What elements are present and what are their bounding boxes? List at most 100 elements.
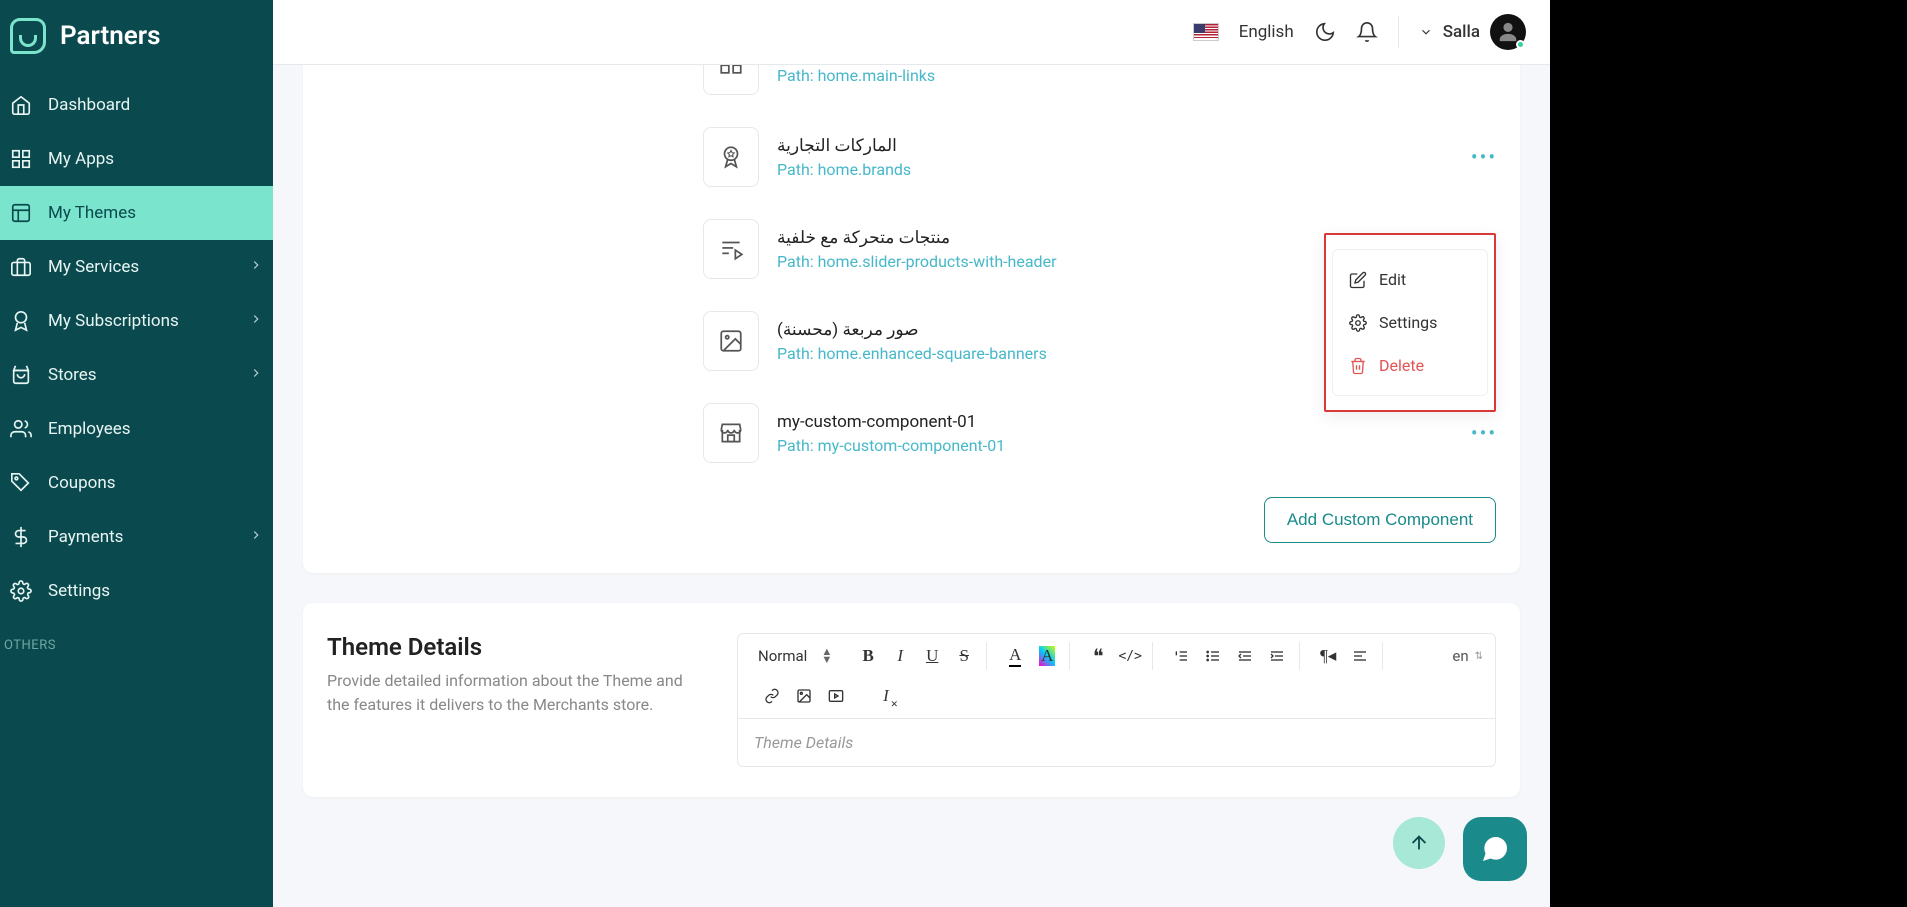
nav-label: Coupons [48,473,116,493]
editor-textarea[interactable]: Theme Details [738,719,1495,766]
brand-logo[interactable]: Partners [0,18,273,78]
component-title: my-custom-component-01 [777,412,1454,432]
avatar [1490,14,1526,50]
sidebar-item-payments[interactable]: Payments [0,510,273,564]
floating-actions [1393,817,1527,881]
users-icon [10,418,32,440]
bag-icon [10,364,32,386]
image-button[interactable] [790,682,818,710]
indent-button[interactable] [1263,642,1291,670]
editor-toolbar: Normal ▲▼ B I U S A A ❝ </> [738,634,1495,719]
award-icon [10,310,32,332]
outdent-button[interactable] [1231,642,1259,670]
code-button[interactable]: </> [1116,642,1144,670]
grid-icon [10,148,32,170]
sidebar-item-dashboard[interactable]: Dashboard [0,78,273,132]
component-path: Path: home.main-links [777,66,1496,85]
divider [1398,16,1399,48]
component-title: الماركات التجارية [777,136,1454,156]
nav-label: My Services [48,257,139,277]
topbar: English Salla [273,0,1550,65]
component-item: Path: home.main-links [703,65,1496,111]
bell-icon[interactable] [1356,21,1378,43]
nav-label: My Subscriptions [48,311,179,331]
video-button[interactable] [822,682,850,710]
nav-label: Dashboard [48,95,130,115]
gear-icon [10,580,32,602]
flag-us-icon[interactable] [1193,23,1219,41]
strikethrough-button[interactable]: S [950,642,978,670]
store-icon [703,403,759,463]
unordered-list-button[interactable] [1199,642,1227,670]
menu-label: Settings [1379,313,1437,332]
edit-icon [1349,271,1367,289]
chat-button[interactable] [1463,817,1527,881]
main-content: Path: home.main-links الماركات التجارية … [273,65,1550,907]
highlight-button[interactable]: A [1033,642,1061,670]
badge-icon [703,127,759,187]
align-button[interactable] [1346,642,1374,670]
sidebar: Partners Dashboard My Apps My Themes My … [0,0,273,907]
component-list: Path: home.main-links الماركات التجارية … [303,65,1520,479]
chevron-right-icon [249,311,263,331]
nav-label: My Apps [48,149,114,169]
ordered-list-button[interactable] [1167,642,1195,670]
format-value: Normal [758,647,807,665]
sidebar-item-employees[interactable]: Employees [0,402,273,456]
scroll-top-button[interactable] [1393,817,1445,869]
chevron-right-icon [249,365,263,385]
chevron-right-icon [249,257,263,277]
italic-button[interactable]: I [886,642,914,670]
link-button[interactable] [758,682,786,710]
username: Salla [1443,22,1480,42]
menu-item-edit[interactable]: Edit [1333,258,1487,301]
section-description: Provide detailed information about the T… [327,669,707,717]
trash-icon [1349,357,1367,375]
sidebar-item-stores[interactable]: Stores [0,348,273,402]
moon-icon[interactable] [1314,21,1336,43]
more-button[interactable]: ••• [1472,145,1496,169]
status-dot [1516,40,1525,49]
context-menu: Edit Settings Delete [1324,233,1496,412]
component-path: Path: home.brands [777,160,1454,179]
component-path: Path: my-custom-component-01 [777,436,1454,455]
playlist-icon [703,219,759,279]
quote-button[interactable]: ❝ [1084,642,1112,670]
sidebar-item-settings[interactable]: Settings [0,564,273,618]
chevron-right-icon [249,527,263,547]
menu-item-settings[interactable]: Settings [1333,301,1487,344]
tag-icon [10,472,32,494]
user-menu[interactable]: Salla [1419,14,1526,50]
sidebar-item-my-subscriptions[interactable]: My Subscriptions [0,294,273,348]
sidebar-item-my-themes[interactable]: My Themes [0,186,273,240]
clear-format-button[interactable]: I✕ [872,682,900,710]
chevron-down-icon [1419,25,1433,39]
gear-icon [1349,314,1367,332]
direction-button[interactable]: ¶◂ [1314,642,1342,670]
language-label[interactable]: English [1239,22,1294,42]
component-item: منتجات متحركة مع خلفية Path: home.slider… [703,203,1496,295]
sidebar-item-my-apps[interactable]: My Apps [0,132,273,186]
image-icon [703,311,759,371]
underline-button[interactable]: U [918,642,946,670]
menu-label: Edit [1379,270,1406,289]
text-color-button[interactable]: A [1001,642,1029,670]
bold-button[interactable]: B [854,642,882,670]
section-title: Theme Details [327,633,707,661]
nav-label: Stores [48,365,97,385]
format-select[interactable]: Normal ▲▼ [750,647,840,665]
menu-item-delete[interactable]: Delete [1333,344,1487,387]
nav-label: My Themes [48,203,136,223]
component-item: الماركات التجارية Path: home.brands ••• [703,111,1496,203]
sort-icon: ▲▼ [821,648,832,664]
sidebar-item-my-services[interactable]: My Services [0,240,273,294]
more-button[interactable]: ••• [1472,421,1496,445]
brand-name: Partners [60,21,160,51]
nav-label: Payments [48,527,123,547]
logo-icon [10,18,46,54]
sidebar-item-coupons[interactable]: Coupons [0,456,273,510]
editor-language-select[interactable]: en ⇅ [1452,647,1483,665]
add-custom-component-button[interactable]: Add Custom Component [1264,497,1496,543]
layout-icon [10,202,32,224]
sidebar-section-others: OTHERS [0,618,273,661]
